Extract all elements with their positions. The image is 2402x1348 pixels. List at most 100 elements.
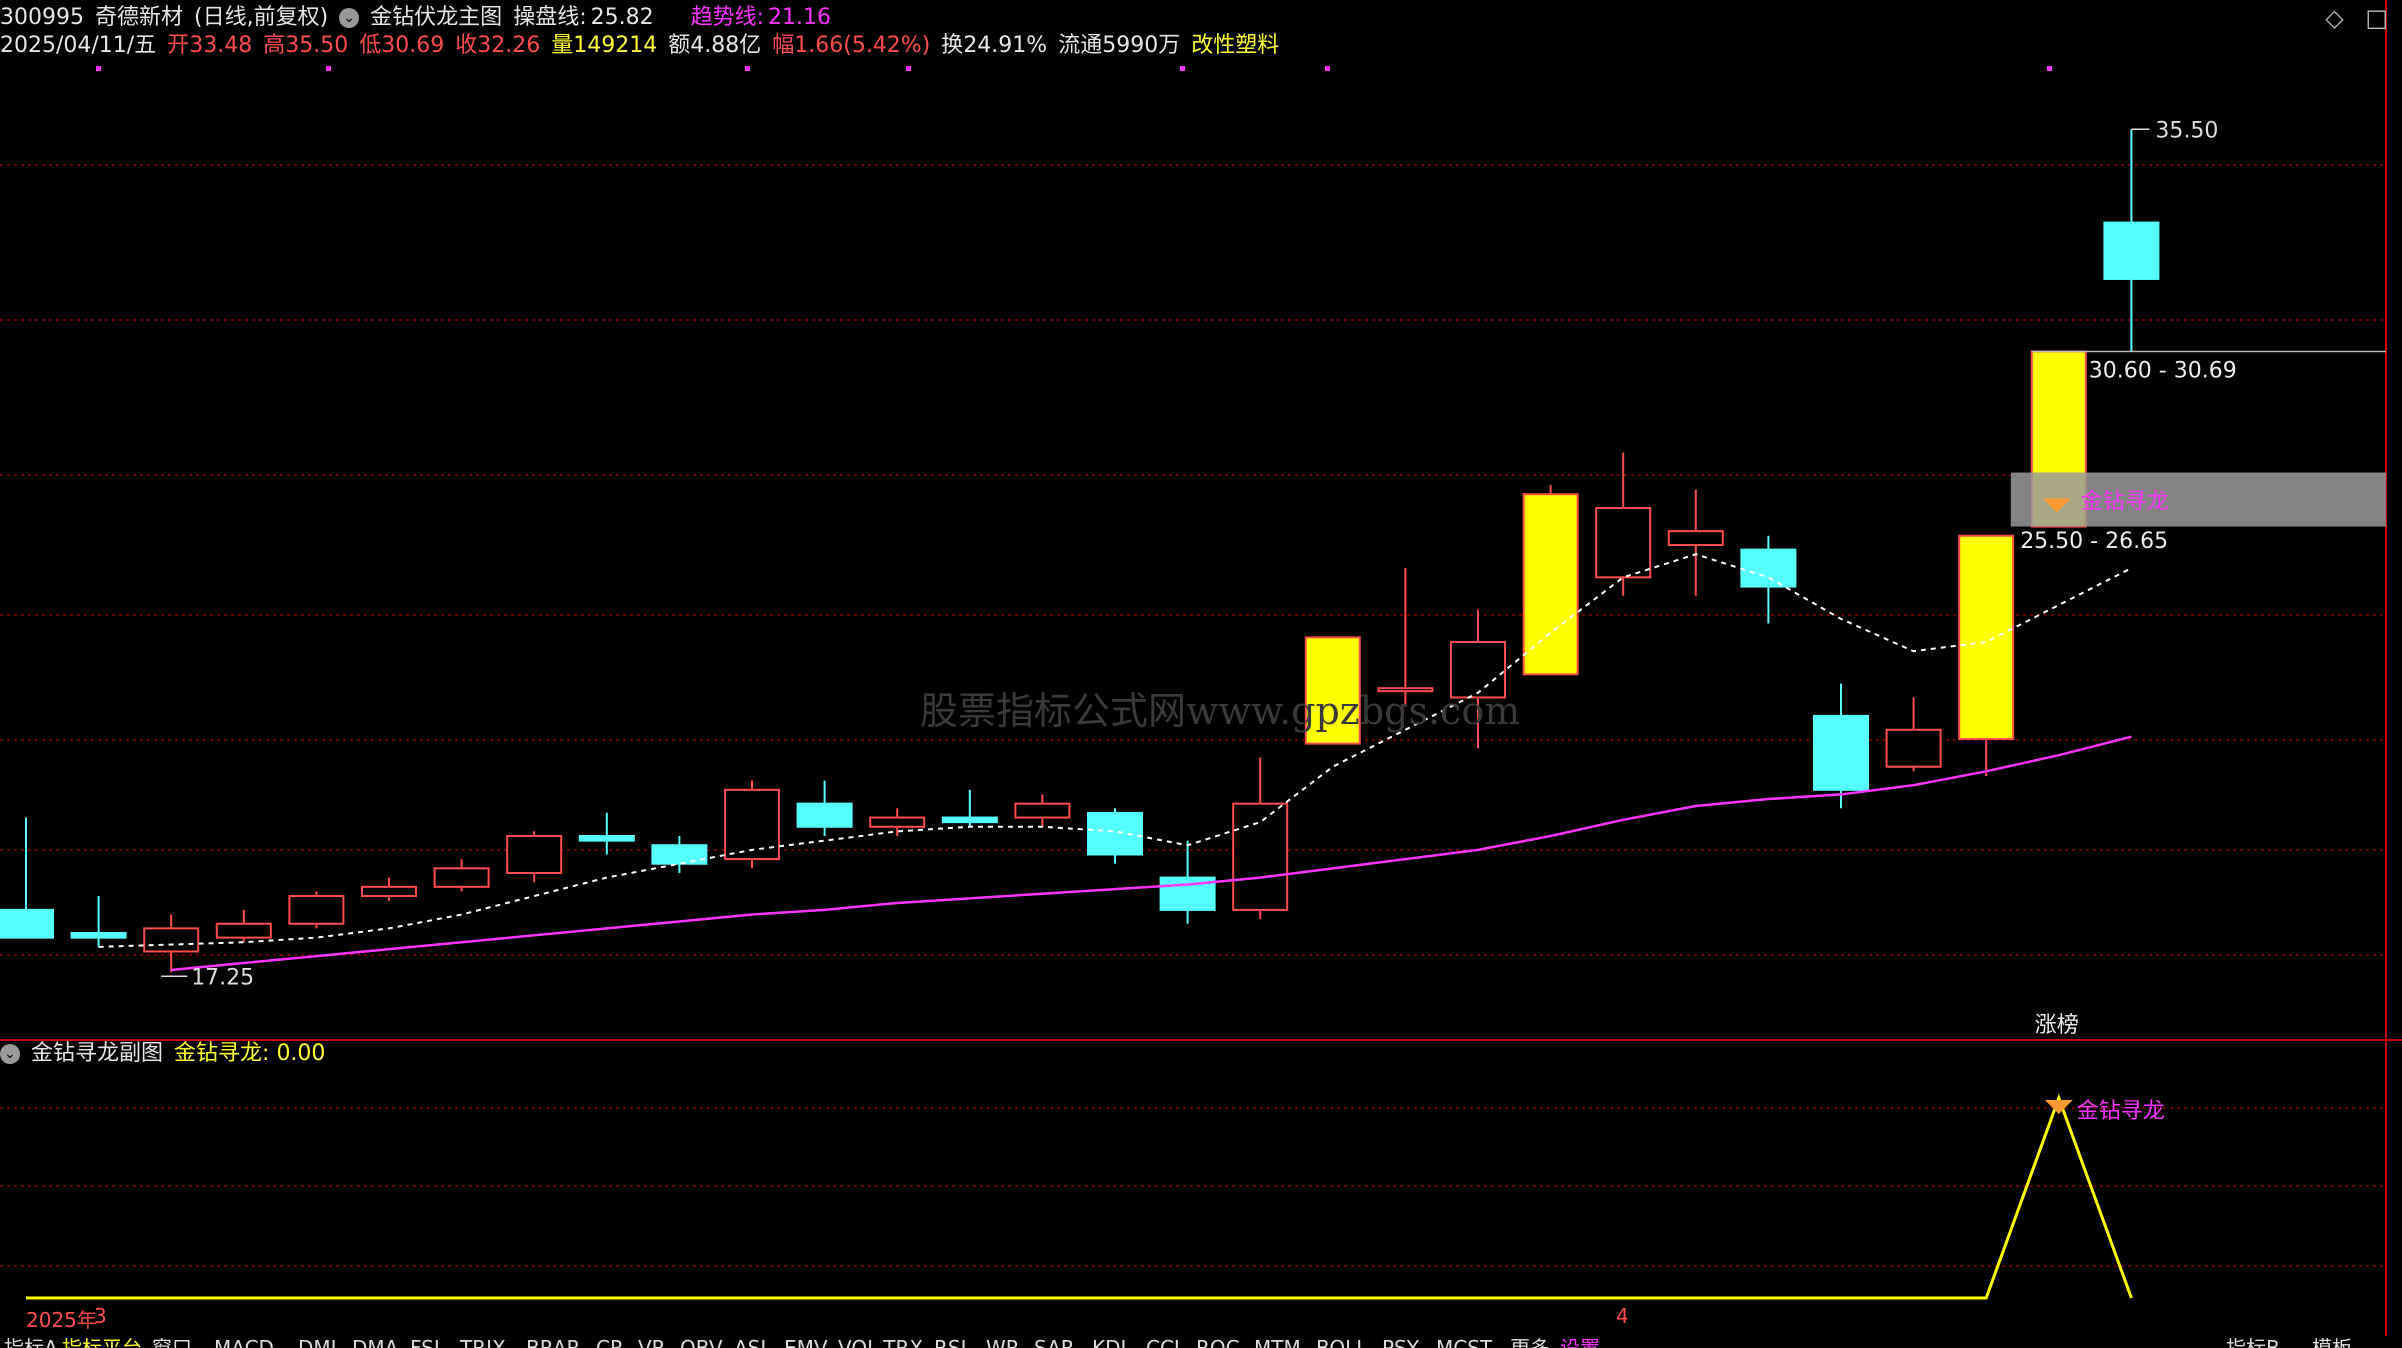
axis-year-label: 2025年 [26, 1308, 97, 1332]
tab-11[interactable]: OBV [680, 1336, 723, 1348]
range1-label: 30.60 - 30.69 [2089, 358, 2237, 383]
low-label: 低 [359, 33, 382, 58]
line1-label: 操盘线: [513, 5, 587, 30]
signal-label: 金钻寻龙 [2081, 490, 2169, 515]
tab-20[interactable]: ROC [1196, 1336, 1240, 1348]
tab-19[interactable]: CCI [1146, 1336, 1180, 1348]
high-value: 35.50 [285, 33, 349, 58]
tab-1[interactable]: 指标平台 [62, 1336, 142, 1348]
sub-value: 0.00 [276, 1041, 326, 1066]
candle-body [0, 908, 54, 939]
high-label: 高 [263, 33, 286, 58]
tab-14[interactable]: VOL-TRX [838, 1336, 923, 1348]
close-value: 32.26 [477, 33, 541, 58]
tab-3[interactable]: MACD [214, 1336, 274, 1348]
sub-chart [26, 1093, 2133, 1300]
open-label: 开 [167, 33, 190, 58]
candle-body [70, 932, 127, 939]
header-row-1: 300995 奇德新材 (日线,前复权) ⌄ 金钻伏龙主图 操盘线: 25.82 … [0, 4, 835, 32]
marker-dot [326, 66, 331, 71]
chevron-down-icon[interactable]: ⌄ [339, 8, 360, 28]
grid-lines [0, 0, 2402, 1336]
candle-body [1885, 728, 1942, 768]
main-indicator-name[interactable]: 金钻伏龙主图 [370, 5, 502, 30]
candle-body [506, 835, 563, 874]
candle-body [651, 844, 708, 865]
tab-18[interactable]: KDJ [1092, 1336, 1126, 1348]
tab-24[interactable]: MCST [1436, 1336, 1492, 1348]
tab-13[interactable]: EMV [784, 1336, 828, 1348]
tab-9[interactable]: CR [596, 1336, 624, 1348]
sub-chart-header: ⌄ 金钻寻龙副图 金钻寻龙: 0.00 [0, 1040, 329, 1068]
tab-12[interactable]: ASI [734, 1336, 766, 1348]
candle-body [724, 788, 780, 861]
sub-signal-line [26, 1093, 2133, 1300]
window-icon[interactable]: □ [2365, 4, 2388, 32]
vol-value: 149214 [573, 33, 658, 58]
candle-body [215, 922, 272, 939]
candle-body [1014, 802, 1071, 819]
tab-15[interactable]: RSI [934, 1336, 967, 1348]
amt-value: 4.88亿 [690, 33, 762, 58]
tab-16[interactable]: WR [986, 1336, 1020, 1348]
marker-layer: 35.50 17.25 30.60 - 30.69 金钻寻龙 25.50 - 26.65… [161, 118, 2386, 1124]
marker-dot [906, 66, 911, 71]
sub-indicator-name[interactable]: 金钻寻龙副图 [31, 1041, 163, 1066]
sub-signal-label: 金钻寻龙 [2077, 1099, 2165, 1124]
tab-26[interactable]: 设置 [1560, 1336, 1600, 1348]
period[interactable]: (日线,前复权) [194, 5, 328, 30]
tab-28[interactable]: 模板 [2312, 1336, 2352, 1348]
marker-dot [96, 66, 101, 71]
range2-label: 25.50 - 26.65 [2020, 529, 2168, 554]
chg-label: 幅 [772, 33, 795, 58]
chg-value: 1.66(5.42%) [794, 33, 931, 58]
tab-10[interactable]: VR [638, 1336, 666, 1348]
candle-body [1958, 534, 2015, 740]
tab-0[interactable]: 指标A [4, 1336, 58, 1348]
tab-27[interactable]: 指标B [2226, 1336, 2280, 1348]
candle-body [796, 802, 853, 828]
tab-22[interactable]: BOLL [1316, 1336, 1367, 1348]
candles [0, 129, 2160, 973]
marker-dot [1180, 66, 1185, 71]
tab-7[interactable]: TRIX [460, 1336, 506, 1348]
tab-25[interactable]: 更多 [1510, 1336, 1550, 1348]
candle-body [1232, 802, 1289, 911]
chevron-down-icon[interactable]: ⌄ [0, 1044, 20, 1064]
float-label: 流通 [1058, 33, 1103, 58]
open-value: 33.48 [189, 33, 253, 58]
tab-21[interactable]: MTM [1254, 1336, 1301, 1348]
candle-body [941, 816, 998, 824]
tab-17[interactable]: SAR [1034, 1336, 1075, 1348]
candle-body [288, 895, 345, 925]
tab-6[interactable]: FSL [410, 1336, 445, 1348]
tab-8[interactable]: BRAR [526, 1336, 580, 1348]
low-value: 30.69 [381, 33, 445, 58]
tab-4[interactable]: DMI [298, 1336, 337, 1348]
amt-label: 额 [668, 33, 691, 58]
candle-body [433, 867, 490, 888]
header-row-2: 2025/04/11/五 开33.48 高35.50 低30.69 收32.26… [0, 32, 1283, 60]
tab-5[interactable]: DMA [352, 1336, 398, 1348]
marker-dot [1325, 66, 1330, 71]
watermark: 股票指标公式网www.gpzbgs.com [920, 689, 1521, 733]
sub-diamond-icon [2044, 1100, 2073, 1114]
float-value: 5990万 [1102, 33, 1181, 58]
diamond-icon[interactable]: ◇ [2325, 4, 2343, 32]
candle-body [2103, 221, 2160, 280]
turn-label: 换 [941, 33, 964, 58]
indicator-tab-bar: 指标A 指标平台 窗口 MACD DMI DMA FSL TRIX BRAR CR VR OBV ASI… [0, 1336, 2402, 1348]
sub-value-label: 金钻寻龙: [174, 1041, 270, 1066]
candle-body [1813, 714, 1869, 791]
candle-body [143, 927, 200, 953]
tab-23[interactable]: PSY [1382, 1336, 1419, 1348]
kline-chart[interactable]: 35.50 17.25 30.60 - 30.69 金钻寻龙 25.50 - 26.65… [0, 0, 2402, 1336]
low-price-label: 17.25 [191, 965, 254, 990]
vol-label: 量 [551, 33, 574, 58]
sector[interactable]: 改性塑料 [1191, 33, 1279, 58]
line2-value: 21.16 [768, 5, 831, 30]
high-price-label: 35.50 [2155, 118, 2218, 143]
top-right-controls: ◇ □ [2311, 4, 2388, 32]
candle-body [1595, 507, 1652, 579]
tab-2[interactable]: 窗口 [152, 1336, 192, 1348]
